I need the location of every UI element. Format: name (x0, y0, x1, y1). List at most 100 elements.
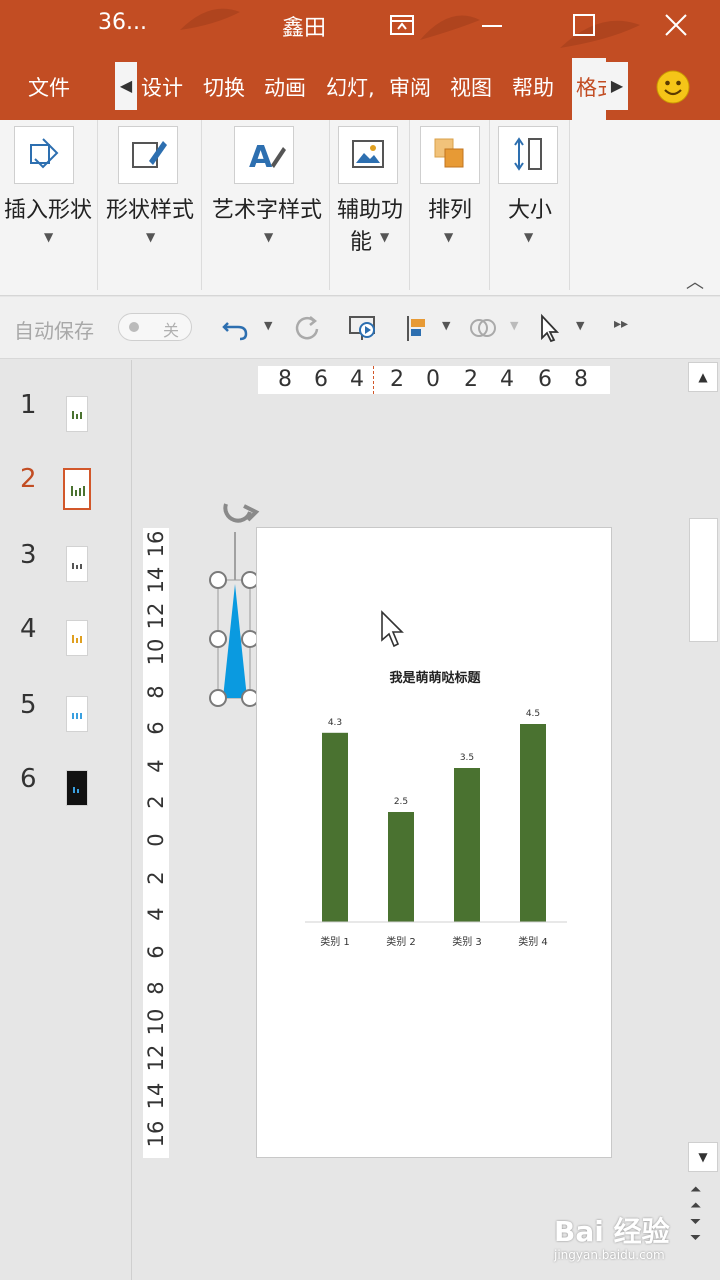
start-slideshow-icon[interactable] (348, 313, 378, 343)
scroll-down-button[interactable]: ▼ (688, 1142, 718, 1172)
ribbon-group-accessibility[interactable]: 辅助功 能 ▼ (330, 120, 410, 290)
resize-handle[interactable] (209, 689, 227, 707)
document-title: 36... (98, 10, 147, 35)
ribbon-group-arrange[interactable]: 排列 ▼ (410, 120, 490, 290)
tab-transitions[interactable]: 切换 (203, 72, 245, 102)
accessibility-label-line1: 辅助功 (336, 198, 403, 223)
chart-bar-4[interactable] (520, 724, 546, 922)
mini-chart-icon (72, 713, 82, 719)
rotate-handle-icon[interactable] (223, 503, 260, 523)
ruler-label: 8 (144, 685, 168, 699)
slide-number: 5 (20, 690, 37, 720)
insert-shape-button[interactable] (14, 126, 74, 184)
scroll-up-button[interactable]: ▲ (688, 362, 718, 392)
tab-format[interactable]: 格式 (572, 58, 606, 120)
ribbon-group-size[interactable]: 大小 ▼ (490, 120, 570, 290)
size-icon (514, 137, 542, 171)
slide-thumbnail-6[interactable] (66, 770, 88, 806)
resize-handle[interactable] (209, 571, 227, 589)
slide-thumbnail-2[interactable] (63, 468, 91, 510)
undo-icon[interactable] (220, 313, 250, 343)
resize-handle[interactable] (209, 630, 227, 648)
ruler-label: 14 (144, 1082, 168, 1110)
toggle-knob (129, 322, 139, 332)
smiley-feedback-icon[interactable] (656, 70, 690, 104)
tab-scroll-left-button[interactable]: ◀ (115, 62, 137, 110)
ribbon-tabs: 文件 ◀ 设计 切换 动画 幻灯, 审阅 视图 帮助 格式 ▶ (0, 52, 720, 120)
chart-bar-1[interactable] (322, 732, 348, 922)
arrange-button[interactable] (420, 126, 480, 184)
slide-number: 2 (20, 464, 37, 494)
chart-category-label-3: 类别 3 (452, 935, 482, 948)
user-name[interactable]: 鑫田 (282, 10, 326, 42)
accessibility-icon (352, 140, 384, 168)
ruler-label: 2 (144, 871, 168, 885)
ruler-label: 2 (464, 367, 478, 392)
autosave-state: 关 (163, 321, 180, 340)
tab-slideshow[interactable]: 幻灯, (326, 72, 375, 102)
chevron-down-icon: ▼ (146, 230, 156, 244)
slide-thumbnail-4[interactable] (66, 620, 88, 656)
format-painter-dropdown-icon[interactable]: ▼ (442, 319, 450, 332)
mini-chart-icon (71, 486, 85, 496)
select-dropdown-icon[interactable]: ▼ (576, 319, 584, 332)
size-button[interactable] (498, 126, 558, 184)
autosave-toggle[interactable]: 关 (118, 313, 192, 341)
minimize-icon[interactable] (478, 12, 506, 38)
wordart-style-button[interactable]: A (234, 126, 294, 184)
shape-style-button[interactable] (118, 126, 178, 184)
ruler-label: 2 (390, 367, 404, 392)
format-painter-icon[interactable] (402, 313, 432, 343)
maximize-icon[interactable] (570, 12, 598, 38)
chart-category-label-1: 类别 1 (320, 935, 350, 948)
wordart-style-label: 艺术字样式 (211, 198, 322, 223)
tab-animations[interactable]: 动画 (264, 72, 306, 102)
more-icon[interactable]: ▸▸ (614, 316, 628, 332)
ribbon-group-insert-shapes[interactable]: 插入形状 ▼ (0, 120, 98, 290)
tab-design[interactable]: 设计 (141, 72, 183, 102)
accessibility-button[interactable] (338, 126, 398, 184)
chart-bar-2[interactable] (388, 812, 414, 922)
select-icon[interactable] (536, 313, 566, 343)
shape-style-label: 形状样式 (105, 198, 194, 223)
ruler-label: 0 (426, 367, 440, 392)
arrange-icon (434, 138, 464, 168)
ribbon-display-icon[interactable] (388, 12, 416, 38)
redo-icon[interactable] (292, 313, 322, 343)
slide-thumbnail-3[interactable] (66, 546, 88, 582)
slide-thumbnail-5[interactable] (66, 696, 88, 732)
mini-chart-icon (72, 563, 82, 569)
vertical-ruler: 16 14 12 10 8 6 4 2 0 2 4 6 8 10 12 14 1… (143, 528, 169, 1158)
scrollbar-thumb[interactable] (689, 518, 718, 642)
chart-data-label-2: 2.5 (394, 797, 408, 807)
horizontal-ruler: 8 6 4 2 0 2 4 6 8 (258, 366, 610, 394)
insert-shape-label: 插入形状 (3, 198, 92, 223)
slide-thumbnail-1[interactable] (66, 396, 88, 432)
undo-dropdown-icon[interactable]: ▼ (264, 319, 272, 332)
close-icon[interactable] (662, 12, 690, 38)
ruler-label: 14 (144, 566, 168, 594)
ribbon: 插入形状 ▼ 形状样式 ▼ A 艺术字样式 ▼ 辅助功 能 ▼ 排列 ▼ 大小 … (0, 120, 720, 296)
collapse-ribbon-icon[interactable]: ︿ (686, 268, 704, 294)
size-label: 大小 (507, 198, 552, 223)
tab-view[interactable]: 视图 (450, 72, 492, 102)
bar-chart[interactable]: 我是萌萌哒标题 4.3 类别 1 2.5 类别 2 3.5 类别 3 4.5 类别 4 (257, 528, 613, 1159)
slide-canvas[interactable]: 我是萌萌哒标题 4.3 类别 1 2.5 类别 2 3.5 类别 3 4.5 类别 4 (256, 527, 612, 1158)
ruler-label: 4 (500, 367, 514, 392)
tab-file[interactable]: 文件 (28, 72, 70, 102)
chevron-down-icon: ▼ (44, 230, 54, 244)
merge-shapes-dropdown-icon[interactable]: ▼ (510, 319, 518, 332)
ruler-label: 6 (538, 367, 552, 392)
ribbon-group-shape-styles[interactable]: 形状样式 ▼ (98, 120, 202, 290)
merge-shapes-icon[interactable] (468, 313, 498, 343)
chart-title: 我是萌萌哒标题 (389, 670, 481, 686)
chart-bar-3[interactable] (454, 768, 480, 922)
ruler-label: 4 (144, 907, 168, 921)
tab-scroll-right-button[interactable]: ▶ (606, 62, 628, 110)
ribbon-group-wordart-styles[interactable]: A 艺术字样式 ▼ (202, 120, 330, 290)
ruler-label: 16 (144, 1120, 168, 1148)
tab-help[interactable]: 帮助 (512, 72, 554, 102)
tab-review[interactable]: 审阅 (389, 72, 431, 102)
slide-number: 3 (20, 540, 37, 570)
insert-shape-icon (30, 138, 59, 169)
